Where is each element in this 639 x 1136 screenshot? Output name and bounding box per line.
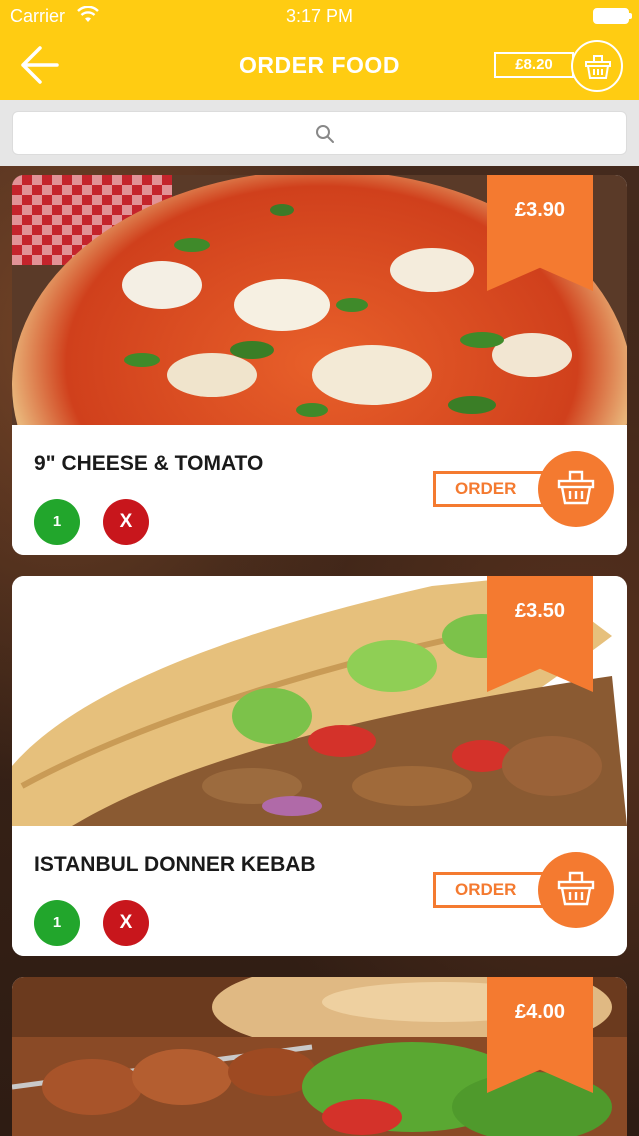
battery-icon [593, 8, 632, 24]
menu-item-card: £4.00 [12, 977, 627, 1136]
app-header: Carrier 3:17 PM ORDER FOOD £8.20 [0, 0, 639, 100]
order-button[interactable]: ORDER [433, 471, 553, 507]
quantity-badge[interactable]: 1 [34, 900, 80, 946]
menu-item-card: £3.90 9" CHEESE & TOMATO 1 X ORDER [12, 175, 627, 555]
price-label: £3.50 [514, 600, 566, 622]
item-name: ISTANBUL DONNER KEBAB [34, 853, 316, 876]
remove-button[interactable]: X [103, 900, 149, 946]
card-body: ISTANBUL DONNER KEBAB 1 X ORDER [12, 826, 627, 956]
status-bar: Carrier 3:17 PM [0, 0, 639, 34]
price-label: £4.00 [514, 1001, 566, 1023]
status-clock: 3:17 PM [285, 6, 354, 26]
search-bar [0, 100, 639, 166]
basket-icon [585, 55, 611, 79]
search-icon [316, 125, 334, 143]
item-name: 9" CHEESE & TOMATO [34, 452, 264, 475]
order-button[interactable]: ORDER [433, 872, 553, 908]
remove-button[interactable]: X [103, 499, 149, 545]
cart-total-badge[interactable]: £8.20 [494, 52, 574, 78]
menu-item-card: £3.50 ISTANBUL DONNER KEBAB 1 X ORDER [12, 576, 627, 956]
card-body: 9" CHEESE & TOMATO 1 X ORDER [12, 425, 627, 555]
basket-icon [557, 470, 595, 505]
search-input[interactable] [12, 111, 627, 155]
quantity-badge[interactable]: 1 [34, 499, 80, 545]
cart-button[interactable] [571, 40, 623, 92]
basket-icon [557, 871, 595, 906]
add-to-basket-button[interactable] [538, 451, 614, 527]
add-to-basket-button[interactable] [538, 852, 614, 928]
price-label: £3.90 [514, 199, 566, 221]
